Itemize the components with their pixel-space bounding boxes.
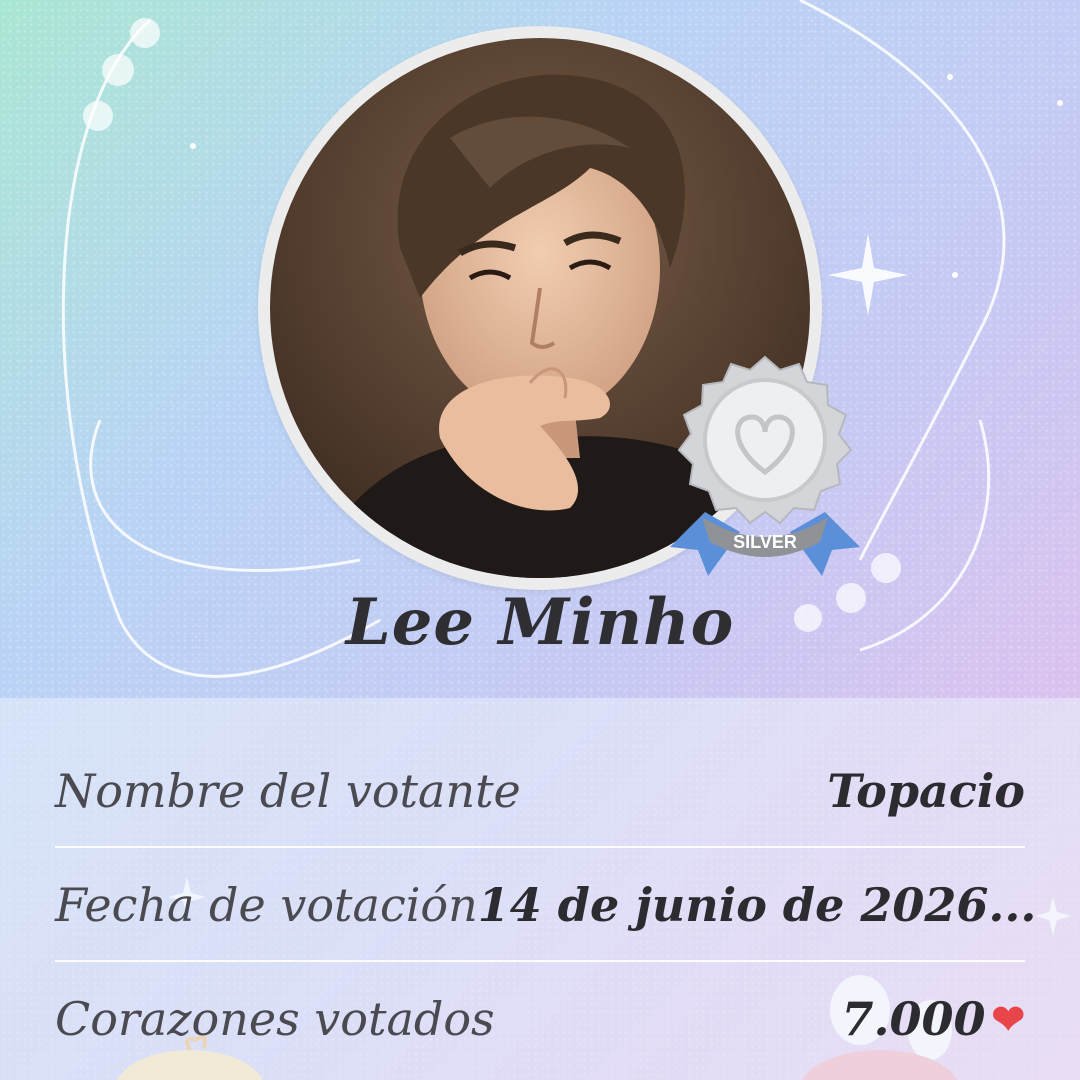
silver-badge: SILVER: [650, 352, 880, 592]
badge-label: SILVER: [733, 532, 797, 552]
hearts-voted-value: 7.000: [841, 992, 986, 1046]
voter-name-value: Topacio: [827, 764, 1025, 818]
voter-name-row: Nombre del votante Topacio: [55, 734, 1025, 848]
vote-date-row: Fecha de votación 14 de junio de 2026...: [55, 848, 1036, 962]
voter-name-label: Nombre del votante: [55, 764, 521, 818]
candidate-name: Lee Minho: [345, 585, 735, 660]
hearts-voted-label: Corazones votados: [55, 992, 495, 1046]
vote-date-value: 14 de junio de 2026...: [477, 878, 1037, 932]
hearts-voted-row: Corazones votados 7.000 ❤: [55, 962, 1025, 1076]
hearts-voted-value-group: 7.000 ❤: [841, 992, 1025, 1046]
moon-icon: [838, 52, 905, 144]
heart-icon: ❤: [991, 995, 1025, 1043]
vote-date-label: Fecha de votación: [55, 878, 478, 932]
